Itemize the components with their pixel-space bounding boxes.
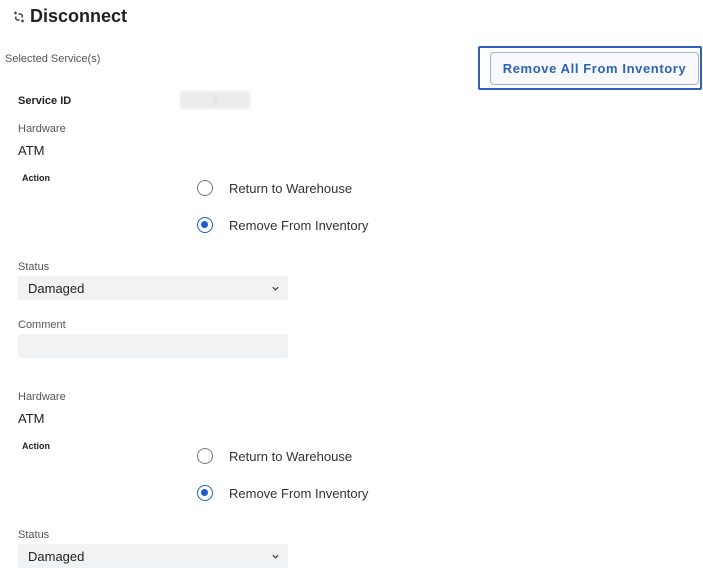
radio-button[interactable] (197, 180, 213, 196)
radio-return-to-warehouse[interactable]: Return to Warehouse (197, 180, 352, 196)
status-label: Status (18, 529, 50, 541)
status-label: Status (18, 261, 50, 273)
service-id-label: Service ID (18, 95, 72, 107)
status-select[interactable]: Damaged (18, 276, 288, 300)
radio-label: Return to Warehouse (229, 448, 353, 464)
action-label: Action (22, 173, 50, 183)
radio-label: Remove From Inventory (229, 485, 369, 501)
radio-button-selected[interactable] (197, 485, 213, 501)
service-id-value: 1 (180, 91, 250, 109)
radio-button[interactable] (197, 448, 213, 464)
page-header: Disconnect (12, 6, 127, 27)
chevron-down-icon (272, 286, 279, 291)
radio-button-selected[interactable] (197, 217, 213, 233)
status-select[interactable]: Damaged (18, 544, 288, 568)
hardware-label: Hardware (18, 123, 66, 135)
action-label: Action (22, 441, 50, 451)
status-select-value: Damaged (28, 280, 85, 296)
chevron-down-icon (272, 554, 279, 559)
hardware-label: Hardware (18, 391, 66, 403)
comment-input[interactable] (18, 334, 288, 358)
comment-label: Comment (18, 319, 66, 331)
status-select-value: Damaged (28, 548, 85, 564)
hardware-value: ATM (18, 411, 45, 426)
radio-return-to-warehouse[interactable]: Return to Warehouse (197, 448, 352, 464)
remove-all-from-inventory-button[interactable]: Remove All From Inventory (490, 52, 699, 85)
unlink-icon (14, 11, 24, 22)
radio-label: Return to Warehouse (229, 180, 353, 196)
selected-services-label: Selected Service(s) (5, 53, 101, 65)
radio-remove-from-inventory[interactable]: Remove From Inventory (197, 485, 368, 501)
page-title: Disconnect (30, 6, 128, 26)
hardware-value: ATM (18, 143, 45, 158)
radio-remove-from-inventory[interactable]: Remove From Inventory (197, 217, 368, 233)
radio-label: Remove From Inventory (229, 217, 369, 233)
